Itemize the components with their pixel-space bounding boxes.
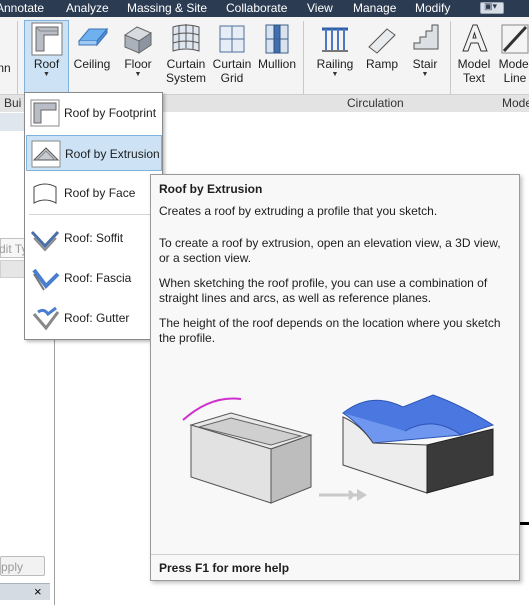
ceiling-button[interactable]: Ceiling	[72, 21, 112, 71]
model-line-label-1: Model	[498, 57, 529, 71]
panel-build-label[interactable]: Bui	[4, 96, 21, 110]
railing-button[interactable]: Railing ▼	[313, 21, 357, 79]
roof-soffit-icon	[30, 230, 60, 252]
roof-extrusion-icon	[31, 140, 61, 168]
tab-collaborate[interactable]: Collaborate	[226, 1, 287, 15]
ramp-icon	[368, 28, 396, 54]
partial-left-label: nn	[0, 61, 11, 75]
curtain-grid-button[interactable]: Curtain Grid	[210, 21, 254, 85]
close-icon[interactable]: ×	[34, 584, 42, 599]
curtain-grid-label-1: Curtain	[212, 57, 252, 71]
stair-label: Stair	[412, 57, 438, 71]
mullion-button[interactable]: Mullion	[254, 21, 300, 71]
arrow-head	[357, 489, 367, 501]
model-line-icon	[501, 24, 529, 54]
open-box-figure	[182, 397, 313, 504]
tooltip-footer: Press F1 for more help	[151, 554, 519, 580]
roof-button[interactable]: Roof ▼	[24, 20, 69, 93]
floor-label: Floor	[124, 57, 152, 71]
tooltip-paragraph-2: When sketching the roof profile, you can…	[159, 276, 488, 305]
tab-modify[interactable]: Modify	[415, 1, 450, 15]
tooltip-title: Roof by Extrusion	[159, 182, 263, 196]
tooltip-help-hint: Press F1 for more help	[159, 561, 290, 575]
stair-button[interactable]: Stair ▼	[405, 21, 445, 79]
roof-fascia-icon	[32, 268, 60, 291]
tab-annotate[interactable]: Annotate	[0, 1, 44, 15]
mullion-label: Mullion	[257, 57, 296, 71]
extruded-roof-figure	[342, 394, 495, 494]
palette-footer: ×	[0, 583, 50, 600]
menu-item-roof-by-footprint[interactable]: Roof by Footprint	[26, 95, 162, 131]
ramp-label: Ramp	[365, 57, 398, 71]
tab-manage[interactable]: Manage	[353, 1, 396, 15]
tooltip-paragraph-1: To create a roof by extrusion, open an e…	[159, 236, 501, 265]
model-text-button[interactable]: Model Text	[454, 21, 494, 85]
floor-button[interactable]: Floor ▼	[118, 21, 158, 79]
model-text-icon	[462, 24, 488, 52]
model-text-label-1: Model	[457, 57, 491, 71]
menu-item-roof-gutter[interactable]: Roof: Gutter	[26, 300, 162, 336]
railing-label: Railing	[316, 57, 354, 71]
mullion-icon	[265, 24, 289, 54]
roof-extrusion-illustration	[182, 394, 495, 504]
chevron-down-icon: ▼	[421, 71, 429, 78]
floor-icon	[123, 26, 153, 54]
menu-item-label: Roof by Face	[64, 186, 136, 200]
menu-item-label: Roof: Soffit	[64, 231, 124, 245]
panel-model-label[interactable]: Mode	[502, 96, 529, 110]
model-text-label-2: Text	[462, 71, 485, 85]
curtain-system-icon	[172, 24, 200, 52]
tooltip-paragraph-3: The height of the roof depends on the lo…	[159, 316, 501, 345]
curtain-system-label-2: System	[165, 71, 206, 85]
curtain-grid-label-2: Grid	[220, 71, 244, 85]
tab-view[interactable]: View	[307, 1, 333, 15]
menu-item-label: Roof by Extrusion	[65, 147, 160, 161]
curtain-system-label-1: Curtain	[166, 57, 206, 71]
quick-access-dropdown[interactable]: ▣▾	[480, 1, 504, 14]
roof-label: Roof	[33, 57, 60, 71]
model-line-button[interactable]: Model Line	[495, 21, 529, 85]
roof-footprint-icon	[30, 99, 60, 127]
menu-item-roof-soffit[interactable]: Roof: Soffit	[26, 220, 162, 256]
tab-analyze[interactable]: Analyze	[66, 1, 109, 15]
stair-icon	[413, 24, 439, 50]
menu-item-roof-fascia[interactable]: Roof: Fascia	[26, 260, 162, 296]
curtain-system-button[interactable]: Curtain System	[164, 21, 208, 85]
tab-massing-site[interactable]: Massing & Site	[127, 1, 207, 15]
roof-dropdown-menu: Roof by Footprint Roof by Extrusion Roof…	[24, 92, 163, 340]
ribbon-display-icon: ▣▾	[484, 1, 498, 11]
ribbon-tab-bar: Annotate Analyze Massing & Site Collabor…	[0, 0, 529, 17]
menu-item-label: Roof: Fascia	[64, 271, 132, 285]
railing-icon	[322, 27, 348, 52]
chevron-down-icon: ▼	[134, 71, 142, 78]
ceiling-label: Ceiling	[73, 57, 111, 71]
tooltip-summary: Creates a roof by extruding a profile th…	[159, 204, 438, 218]
menu-item-label: Roof by Footprint	[64, 106, 157, 120]
menu-separator	[29, 214, 159, 215]
roof-face-icon	[33, 183, 57, 204]
chevron-down-icon: ▼	[331, 71, 339, 78]
roof-gutter-icon	[32, 306, 60, 331]
partial-left-button[interactable]: nn	[0, 61, 14, 75]
menu-item-label: Roof: Gutter	[64, 311, 130, 325]
panel-circulation-label[interactable]: Circulation	[347, 96, 404, 110]
ramp-button[interactable]: Ramp	[362, 21, 402, 71]
curtain-grid-icon	[219, 25, 245, 53]
ceiling-icon	[77, 27, 109, 47]
tooltip-roof-by-extrusion: Roof by Extrusion Creates a roof by extr…	[150, 174, 520, 581]
menu-item-roof-by-face[interactable]: Roof by Face	[26, 175, 162, 211]
model-line-label-2: Line	[503, 71, 527, 85]
roof-icon	[31, 22, 62, 56]
apply-label: pply	[1, 560, 24, 574]
apply-button[interactable]: pply	[0, 556, 45, 576]
chevron-down-icon: ▼	[43, 71, 50, 78]
menu-item-roof-by-extrusion[interactable]: Roof by Extrusion	[26, 135, 162, 171]
